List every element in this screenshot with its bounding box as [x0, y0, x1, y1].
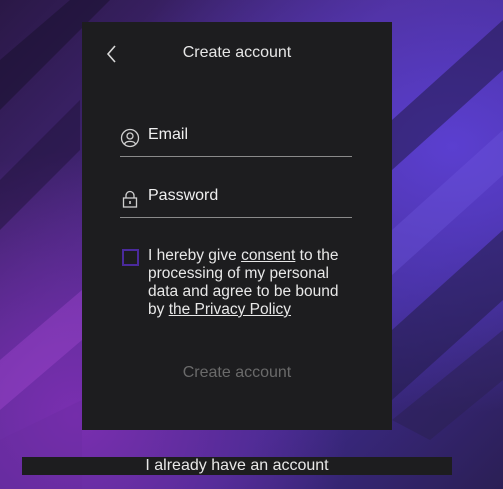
consent-checkbox[interactable] — [122, 249, 139, 266]
page-title: Create account — [182, 44, 292, 61]
email-field[interactable]: Email — [120, 122, 352, 157]
create-account-panel: Create account Email Password I hereby g… — [82, 22, 392, 430]
consent-text-before: I hereby give — [148, 247, 242, 264]
privacy-policy-link[interactable]: the Privacy Policy — [169, 301, 291, 318]
email-label: Email — [148, 126, 189, 143]
create-account-button[interactable]: Create account — [142, 360, 332, 386]
footer-bar: I already have an account — [22, 457, 452, 475]
password-label: Password — [148, 187, 219, 204]
consent-link[interactable]: consent — [241, 247, 295, 264]
header: Create account — [82, 22, 392, 84]
have-account-link[interactable]: I already have an account — [22, 457, 452, 475]
lock-icon — [120, 189, 140, 209]
user-circle-icon — [120, 128, 140, 148]
consent-text: I hereby give consent to the processing … — [148, 247, 358, 319]
password-field[interactable]: Password — [120, 183, 352, 218]
